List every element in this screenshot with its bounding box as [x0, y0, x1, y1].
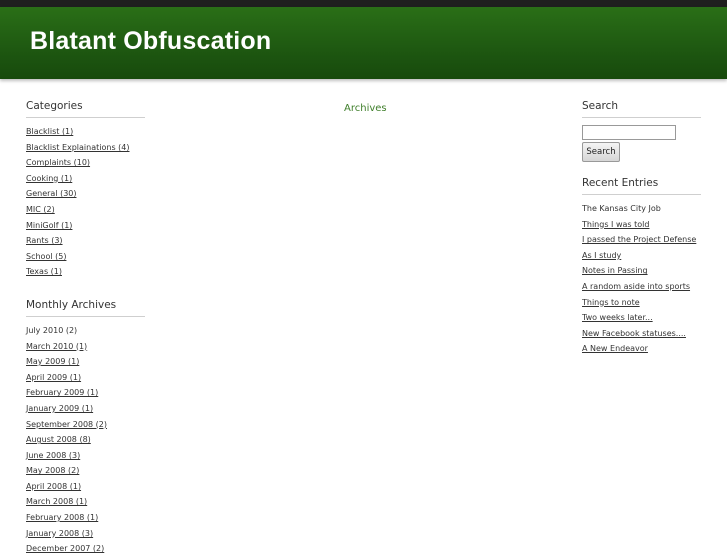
category-link[interactable]: General (30)	[26, 189, 77, 198]
list-item: Blacklist Explainations (4)	[26, 140, 145, 156]
recent-entries-title: Recent Entries	[582, 176, 701, 195]
recent-entries-list: The Kansas City Job Things I was told I …	[582, 201, 701, 357]
search-button[interactable]: Search	[582, 142, 620, 162]
list-item: MIC (2)	[26, 202, 145, 218]
list-item: December 2007 (2)	[26, 541, 145, 557]
list-item: September 2008 (2)	[26, 417, 145, 433]
archive-link[interactable]: August 2008 (8)	[26, 435, 91, 444]
site-title[interactable]: Blatant Obfuscation	[30, 27, 271, 56]
top-strip	[0, 0, 727, 7]
archive-link[interactable]: April 2008 (1)	[26, 482, 81, 491]
recent-entry-link[interactable]: Things to note	[582, 298, 640, 307]
recent-entry-link[interactable]: A New Endeavor	[582, 344, 648, 353]
archive-link[interactable]: January 2008 (3)	[26, 529, 93, 538]
categories-title: Categories	[26, 99, 145, 118]
list-item: April 2009 (1)	[26, 370, 145, 386]
archive-link[interactable]: February 2008 (1)	[26, 513, 98, 522]
category-link[interactable]: Blacklist (1)	[26, 127, 73, 136]
archives-heading: Archives	[344, 103, 387, 114]
list-item: As I study	[582, 248, 701, 264]
archive-link[interactable]: March 2008 (1)	[26, 497, 87, 506]
list-item: May 2009 (1)	[26, 354, 145, 370]
list-item: Cooking (1)	[26, 171, 145, 187]
list-item: Two weeks later...	[582, 310, 701, 326]
archive-link[interactable]: May 2008 (2)	[26, 466, 79, 475]
list-item: MiniGolf (1)	[26, 218, 145, 234]
archive-link[interactable]: April 2009 (1)	[26, 373, 81, 382]
recent-entry-link[interactable]: I passed the Project Defense	[582, 235, 696, 244]
list-item: April 2008 (1)	[26, 479, 145, 495]
list-item: Blacklist (1)	[26, 124, 145, 140]
list-item: Things to note	[582, 295, 701, 311]
list-item: January 2009 (1)	[26, 401, 145, 417]
archive-link[interactable]: June 2008 (3)	[26, 451, 80, 460]
recent-entry-link[interactable]: New Facebook statuses....	[582, 329, 686, 338]
list-item: Notes in Passing	[582, 263, 701, 279]
category-link[interactable]: Blacklist Explainations (4)	[26, 143, 130, 152]
list-item: General (30)	[26, 186, 145, 202]
list-item: The Kansas City Job	[582, 201, 701, 217]
archive-link[interactable]: February 2009 (1)	[26, 388, 98, 397]
list-item: March 2010 (1)	[26, 339, 145, 355]
site-header: Blatant Obfuscation	[0, 7, 727, 79]
list-item: June 2008 (3)	[26, 448, 145, 464]
category-link[interactable]: Cooking (1)	[26, 174, 72, 183]
list-item: Rants (3)	[26, 233, 145, 249]
recent-entry-link[interactable]: As I study	[582, 251, 621, 260]
archive-link[interactable]: July 2010 (2)	[26, 326, 77, 335]
list-item: May 2008 (2)	[26, 463, 145, 479]
monthly-archives-title: Monthly Archives	[26, 298, 145, 317]
archive-link[interactable]: March 2010 (1)	[26, 342, 87, 351]
archive-link[interactable]: January 2009 (1)	[26, 404, 93, 413]
list-item: Texas (1)	[26, 264, 145, 280]
list-item: Complaints (10)	[26, 155, 145, 171]
right-sidebar: Search Search Recent Entries The Kansas …	[582, 99, 701, 357]
list-item: New Facebook statuses....	[582, 326, 701, 342]
category-link[interactable]: Complaints (10)	[26, 158, 90, 167]
list-item: January 2008 (3)	[26, 526, 145, 542]
archive-link[interactable]: September 2008 (2)	[26, 420, 107, 429]
list-item: August 2008 (8)	[26, 432, 145, 448]
recent-entry-link[interactable]: Things I was told	[582, 220, 649, 229]
list-item: School (5)	[26, 249, 145, 265]
category-link[interactable]: School (5)	[26, 252, 66, 261]
list-item: March 2008 (1)	[26, 494, 145, 510]
recent-entry-link[interactable]: Notes in Passing	[582, 266, 648, 275]
list-item: July 2010 (2)	[26, 323, 145, 339]
category-link[interactable]: Texas (1)	[26, 267, 62, 276]
recent-entry-link[interactable]: Two weeks later...	[582, 313, 653, 322]
category-link[interactable]: MIC (2)	[26, 205, 55, 214]
archive-link[interactable]: December 2007 (2)	[26, 544, 104, 553]
recent-entry-link[interactable]: The Kansas City Job	[582, 204, 661, 213]
list-item: A random aside into sports	[582, 279, 701, 295]
category-link[interactable]: MiniGolf (1)	[26, 221, 72, 230]
monthly-archives-list: July 2010 (2) March 2010 (1) May 2009 (1…	[26, 323, 145, 557]
categories-list: Blacklist (1) Blacklist Explainations (4…	[26, 124, 145, 280]
list-item: I passed the Project Defense	[582, 232, 701, 248]
archive-link[interactable]: May 2009 (1)	[26, 357, 79, 366]
search-title: Search	[582, 99, 701, 118]
category-link[interactable]: Rants (3)	[26, 236, 63, 245]
left-sidebar: Categories Blacklist (1) Blacklist Expla…	[26, 99, 145, 557]
list-item: February 2008 (1)	[26, 510, 145, 526]
list-item: Things I was told	[582, 217, 701, 233]
search-input[interactable]	[582, 125, 676, 140]
list-item: A New Endeavor	[582, 341, 701, 357]
list-item: February 2009 (1)	[26, 385, 145, 401]
recent-entry-link[interactable]: A random aside into sports	[582, 282, 690, 291]
